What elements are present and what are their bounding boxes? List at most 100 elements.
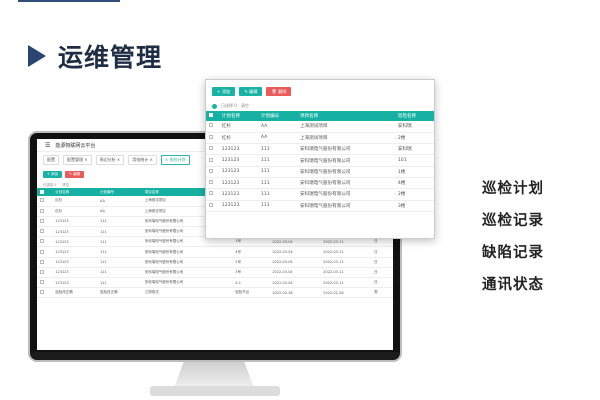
table-cell: 上海测试项目 — [296, 121, 395, 133]
row-checkbox-cell[interactable] — [37, 206, 53, 217]
table-row[interactable]: 123123 111 安科瑞电气股份有限公司 4-1 2022-03-04 2022-03… — [37, 277, 393, 289]
table-row[interactable]: 123123 111 安科瑞电气股份有限公司 2号 2022-03-04 2022-03-… — [37, 257, 393, 268]
table-row[interactable]: 123123 111 安科瑞电气股份有限公司 4楼 — [206, 177, 434, 190]
row-checkbox-cell[interactable] — [206, 132, 219, 145]
table-cell: 111 — [96, 226, 142, 238]
monitor-stand — [174, 362, 254, 388]
table-cell: 巡检改正确 — [52, 287, 97, 299]
feature-defect-record: 缺陷记录 — [482, 245, 544, 261]
column-header: 计划名称 — [218, 111, 258, 121]
clear-link[interactable]: 清空 — [241, 103, 249, 109]
row-checkbox-cell[interactable] — [37, 257, 53, 268]
table-cell: 日 — [371, 277, 393, 289]
row-checkbox-cell[interactable] — [206, 166, 219, 178]
table-row[interactable]: 123123 111 安科瑞电气股份有限公司 4号 2022-03-04 2022-03-… — [37, 246, 393, 258]
tab-item[interactable]: 配置 — [43, 155, 59, 165]
table-row[interactable]: 123123 111 安科瑞电气股份有限公司 安科瑞 — [206, 143, 434, 156]
checkbox-icon[interactable] — [209, 134, 213, 139]
checkbox-icon[interactable] — [209, 123, 213, 128]
checkbox-icon[interactable] — [209, 113, 213, 117]
checkbox-icon[interactable] — [40, 259, 44, 264]
table-row[interactable]: 红杉 AA 上海测试项目 2楼 — [206, 132, 434, 145]
table-cell: 日 — [371, 267, 393, 279]
tab-item[interactable]: 配置管理 × — [63, 155, 92, 165]
table-cell: 巡检节点 — [232, 287, 270, 299]
edit-button[interactable]: ✎ 编辑 — [239, 87, 263, 96]
table-cell: 安科瑞电气股份有限公司 — [296, 188, 395, 201]
row-checkbox-cell[interactable] — [37, 216, 53, 228]
checkbox-icon[interactable] — [40, 198, 44, 203]
table-cell: 安科瑞电气股份有限公司 — [296, 166, 395, 178]
checkbox-icon[interactable] — [209, 180, 213, 185]
row-checkbox-cell[interactable] — [37, 226, 53, 238]
edit-button[interactable]: ✎ 编辑 — [65, 171, 85, 178]
checkbox-icon[interactable] — [40, 208, 44, 213]
table-cell: 111 — [96, 267, 142, 279]
checkbox-icon[interactable] — [40, 249, 44, 254]
table-cell: 4楼 — [394, 177, 434, 190]
feature-inspection-record: 巡检记录 — [482, 213, 544, 229]
add-button[interactable]: + 添加 — [43, 171, 63, 178]
row-checkbox-cell[interactable] — [37, 267, 53, 279]
table-cell: 2022-03-04 — [269, 267, 321, 279]
column-header: 计划编号 — [257, 111, 297, 121]
table-row[interactable]: 123123 111 安科瑞电气股份有限公司 1楼 — [206, 166, 434, 178]
checkbox-icon[interactable] — [209, 202, 213, 207]
table-cell: 2022-03-11 — [320, 267, 372, 279]
select-all-checkbox-header[interactable] — [206, 111, 219, 121]
row-checkbox-cell[interactable] — [206, 200, 219, 212]
row-checkbox-cell[interactable] — [37, 277, 53, 289]
table-row[interactable]: 巡检改正确 巡检改正确 江阴测试 巡检节点 2022-02-28 2022-02-28 周 — [37, 287, 393, 299]
checkbox-icon[interactable] — [40, 229, 44, 234]
table-row[interactable]: 123123 111 安科瑞电气股份有限公司 3号 2022-03-04 2022-03-… — [37, 267, 393, 279]
row-checkbox-cell[interactable] — [206, 143, 219, 156]
checkbox-icon[interactable] — [40, 189, 44, 194]
row-checkbox-cell[interactable] — [206, 154, 219, 167]
table-cell: 2楼 — [394, 188, 434, 201]
row-checkbox-cell[interactable] — [206, 121, 219, 133]
delete-button[interactable]: 🗑 删除 — [266, 87, 292, 96]
row-checkbox-cell[interactable] — [37, 196, 53, 207]
tab-item-active[interactable]: × 巡检计划 — [160, 155, 190, 165]
popup-toolbar: + 添加 ✎ 编辑 🗑 删除 — [206, 80, 434, 101]
table-row[interactable]: 123123 111 安科瑞电气股份有限公司 3楼 — [206, 200, 434, 212]
row-checkbox-cell[interactable] — [37, 287, 53, 299]
add-button[interactable]: + 添加 — [212, 87, 236, 96]
clear-link[interactable]: 清空 — [62, 182, 69, 187]
row-checkbox-cell[interactable] — [206, 188, 219, 201]
checkbox-icon[interactable] — [209, 168, 213, 173]
row-checkbox-cell[interactable] — [37, 246, 53, 258]
checkbox-icon[interactable] — [40, 269, 44, 274]
table-cell: 2楼 — [394, 132, 434, 145]
popup-plan-table: 计划名称 计划编号 项目名称 巡检名称 红杉 AA 上海测试项目 安科瑞 红杉 AA 上海测试项目… — [206, 111, 434, 212]
table-cell: 2022-03-04 — [269, 277, 321, 289]
section-header: 运维管理 — [28, 38, 162, 74]
checkbox-icon[interactable] — [209, 191, 213, 196]
tab-item[interactable]: 用电统计 × — [128, 155, 157, 165]
checkbox-icon[interactable] — [40, 239, 44, 244]
table-cell: 3楼 — [394, 200, 434, 212]
table-cell: 安科瑞电气股份有限公司 — [141, 277, 233, 289]
table-cell: 123123 — [218, 177, 258, 190]
table-row[interactable]: 123123 111 安科瑞电气股份有限公司 101 — [206, 154, 434, 167]
column-header: 计划编号 — [96, 188, 142, 196]
table-cell: 红杉 — [52, 196, 97, 207]
table-row[interactable]: 红杉 AA 上海测试项目 安科瑞 — [206, 121, 434, 133]
select-all-checkbox-header[interactable] — [37, 188, 53, 196]
checkbox-icon[interactable] — [40, 218, 44, 223]
checkbox-icon[interactable] — [40, 280, 44, 285]
tab-item[interactable]: 周边分析 × — [95, 155, 125, 165]
column-header: 巡检名称 — [394, 111, 434, 121]
checkbox-icon[interactable] — [40, 290, 44, 295]
monitor-base — [150, 386, 280, 396]
checkbox-icon[interactable] — [209, 146, 213, 151]
app-title: 能源物联网云平台 — [55, 142, 96, 149]
table-cell: 红杉 — [52, 206, 97, 217]
checkbox-icon[interactable] — [209, 157, 213, 162]
row-checkbox-cell[interactable] — [206, 177, 219, 190]
row-checkbox-cell[interactable] — [37, 236, 53, 248]
table-cell: 周 — [371, 287, 393, 299]
monitor-chin — [30, 352, 400, 360]
menu-icon[interactable]: ☰ — [45, 142, 50, 149]
table-row[interactable]: 123123 111 安科瑞电气股份有限公司 2楼 — [206, 188, 434, 201]
